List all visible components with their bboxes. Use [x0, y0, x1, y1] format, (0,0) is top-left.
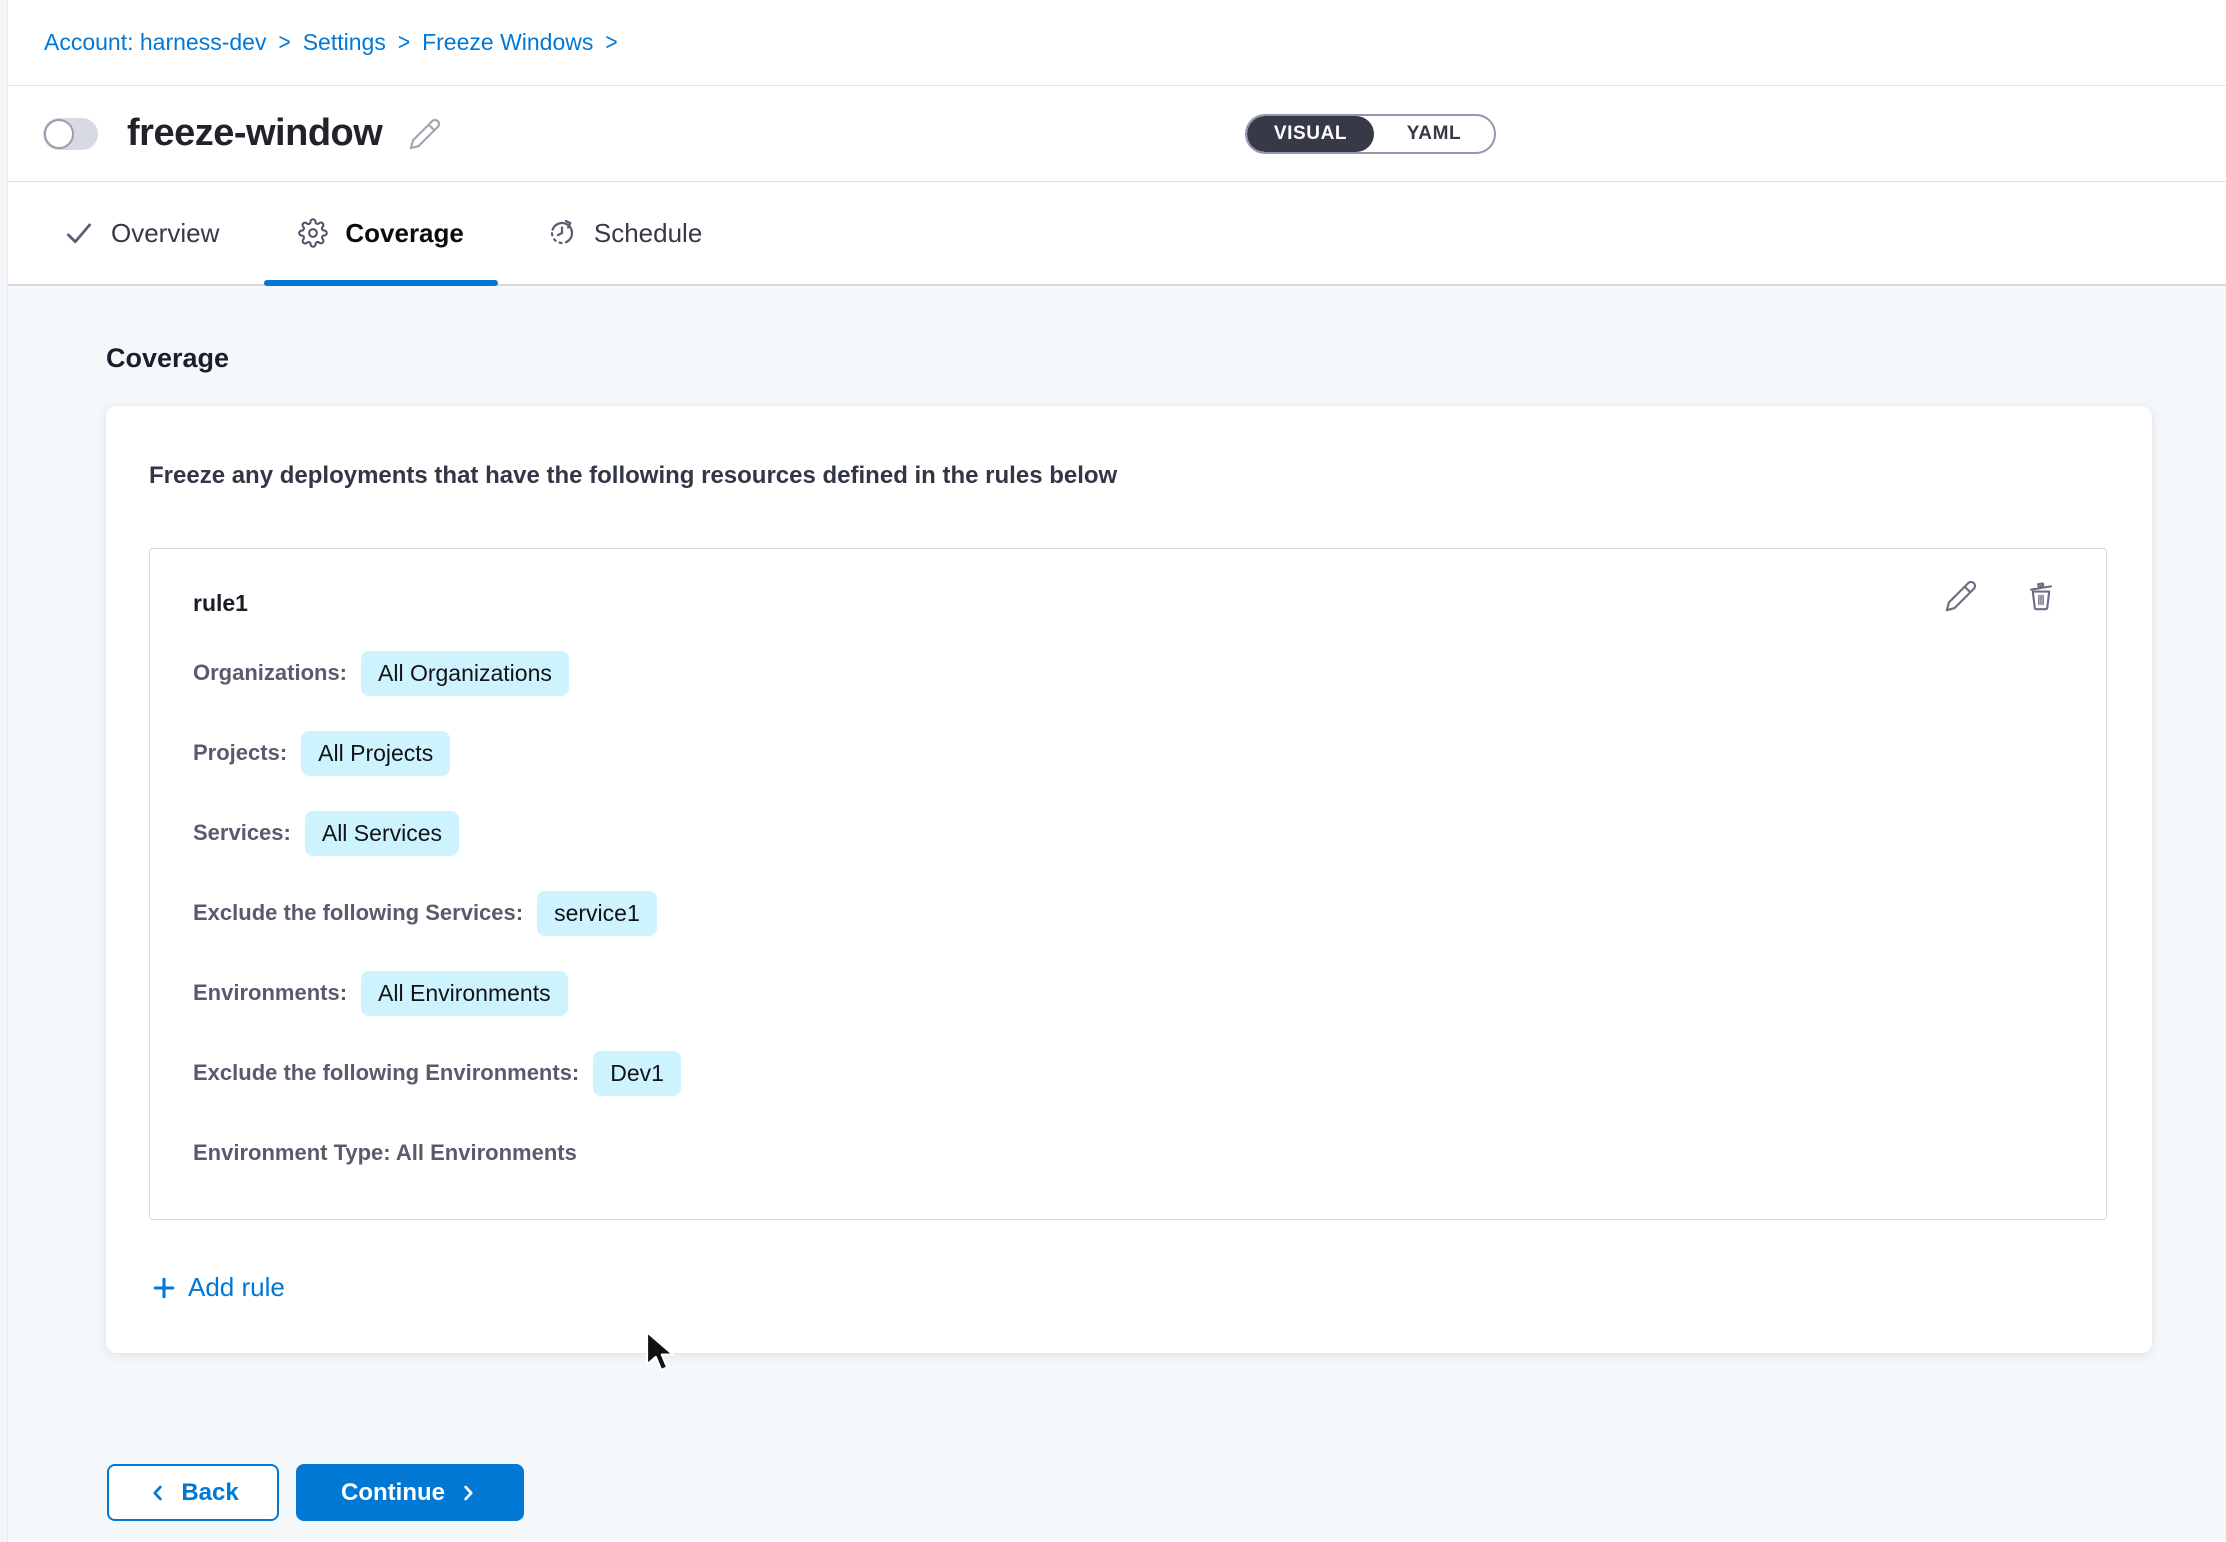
page-title: freeze-window [127, 112, 382, 155]
rule-row-badge: All Services [305, 811, 459, 856]
tab-label: Schedule [594, 218, 702, 249]
footer-buttons: Back Continue [107, 1464, 2226, 1521]
rule-row-label: Environments: [193, 980, 347, 1006]
rule-row-badge: All Environments [361, 971, 568, 1016]
rule-actions [1944, 579, 2058, 613]
rule-row-label: Services: [193, 820, 291, 846]
breadcrumb-settings-link[interactable]: Settings [303, 29, 386, 56]
breadcrumb: Account: harness-dev > Settings > Freeze… [44, 29, 618, 56]
coverage-card: Freeze any deployments that have the fol… [106, 406, 2152, 1353]
visual-toggle-button[interactable]: VISUAL [1247, 116, 1374, 152]
back-button[interactable]: Back [107, 1464, 279, 1521]
breadcrumb-separator: > [605, 29, 617, 57]
breadcrumb-separator: > [398, 29, 410, 57]
chevron-left-icon [147, 1482, 169, 1504]
rule-row-badge: All Projects [301, 731, 450, 776]
plus-icon [150, 1274, 178, 1302]
rule-row: Exclude the following Environments: Dev1 [193, 1033, 2066, 1113]
tab-coverage[interactable]: Coverage [264, 182, 498, 284]
continue-label: Continue [341, 1479, 445, 1507]
rule-row: Environments: All Environments [193, 953, 2066, 1033]
tab-overview[interactable]: Overview [64, 182, 219, 284]
rule-row: Services: All Services [193, 793, 2066, 873]
card-heading: Freeze any deployments that have the fol… [149, 462, 2107, 490]
section-heading: Coverage [106, 286, 2226, 374]
breadcrumb-separator: > [278, 29, 290, 57]
breadcrumb-account-link[interactable]: Account: harness-dev [44, 29, 266, 56]
gear-icon [298, 218, 328, 248]
rule-row-label: Organizations: [193, 660, 347, 686]
studio-tabs: Overview Coverage Schedule [0, 182, 2226, 286]
continue-button[interactable]: Continue [296, 1464, 524, 1521]
delete-rule-trash-icon[interactable] [2024, 579, 2058, 613]
back-label: Back [181, 1479, 238, 1507]
breadcrumb-freeze-windows-link[interactable]: Freeze Windows [422, 29, 593, 56]
rule-rows: Organizations: All Organizations Projects:… [193, 633, 2066, 1193]
tab-schedule[interactable]: Schedule [547, 182, 702, 284]
freeze-enabled-toggle[interactable] [43, 118, 98, 150]
yaml-toggle-button[interactable]: YAML [1374, 116, 1494, 152]
rule-row-label: Projects: [193, 740, 287, 766]
check-icon [64, 218, 94, 248]
rule-row: Projects: All Projects [193, 713, 2066, 793]
rule-row-label: Environment Type: All Environments [193, 1140, 577, 1166]
tab-label: Overview [111, 218, 219, 249]
breadcrumb-row: Account: harness-dev > Settings > Freeze… [0, 0, 2226, 86]
edit-title-pencil-icon[interactable] [408, 117, 442, 151]
freeze-window-studio: Account: harness-dev > Settings > Freeze… [0, 0, 2226, 1542]
left-edge-strip [0, 0, 8, 1542]
coverage-section: Coverage Freeze any deployments that hav… [0, 286, 2226, 1540]
visual-yaml-toggle: VISUAL YAML [1245, 114, 1496, 154]
rule-name: rule1 [193, 585, 248, 621]
rule-row-badge: Dev1 [593, 1051, 681, 1096]
rule-row: Exclude the following Services: service1 [193, 873, 2066, 953]
chevron-right-icon [457, 1482, 479, 1504]
rule-row: Organizations: All Organizations [193, 633, 2066, 713]
rule-card: rule1 Organizations: All Organizations Pro… [149, 548, 2107, 1220]
rule-row-badge: service1 [537, 891, 657, 936]
add-rule-label: Add rule [188, 1272, 285, 1303]
edit-rule-pencil-icon[interactable] [1944, 579, 1978, 613]
rule-row: Environment Type: All Environments [193, 1113, 2066, 1193]
rule-row-badge: All Organizations [361, 651, 569, 696]
toggle-knob [44, 119, 74, 149]
clock-icon [547, 218, 577, 248]
add-rule-button[interactable]: Add rule [150, 1272, 285, 1303]
rule-row-label: Exclude the following Services: [193, 900, 523, 926]
tab-label: Coverage [345, 218, 464, 249]
rule-row-label: Exclude the following Environments: [193, 1060, 579, 1086]
studio-header: freeze-window VISUAL YAML [0, 86, 2226, 182]
